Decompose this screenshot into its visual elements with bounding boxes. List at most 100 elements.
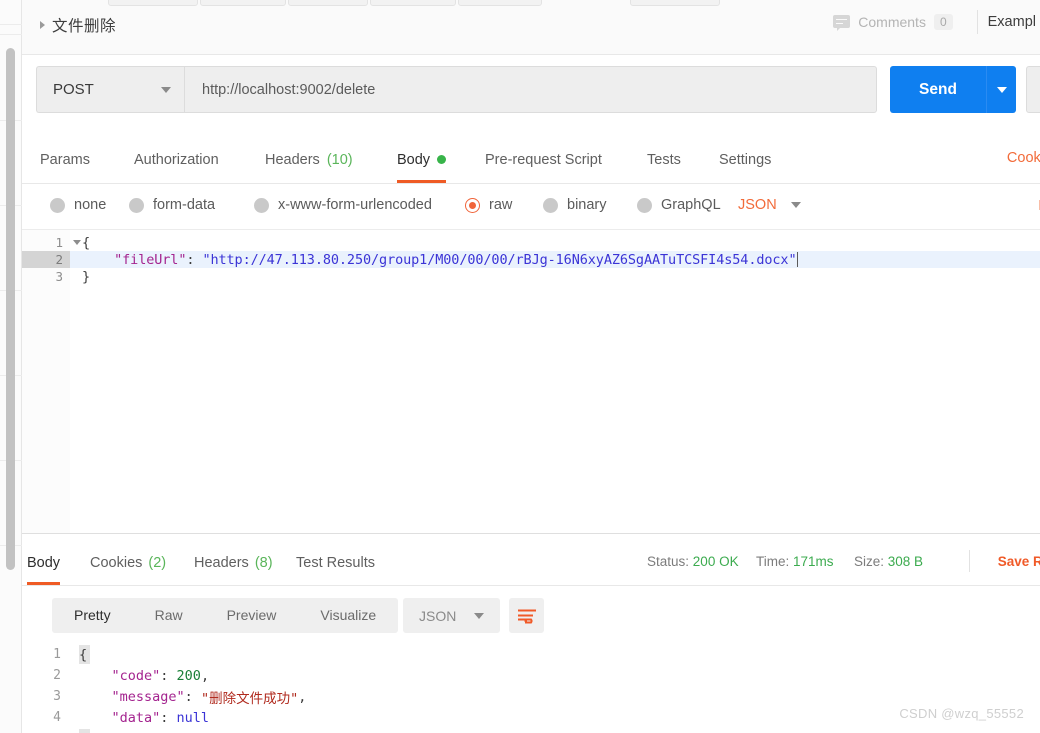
tab-params[interactable]: Params bbox=[40, 136, 90, 183]
tab-label: Test Results bbox=[296, 554, 375, 571]
request-title-text: 文件删除 bbox=[52, 18, 117, 35]
tab-stub[interactable] bbox=[108, 0, 198, 6]
mode-preview[interactable]: Preview bbox=[205, 598, 299, 633]
code-token: { bbox=[82, 234, 91, 251]
response-tab-test-results[interactable]: Test Results bbox=[296, 540, 375, 585]
tab-settings[interactable]: Settings bbox=[719, 136, 771, 183]
tab-label: Params bbox=[40, 151, 90, 168]
cookies-link[interactable]: Cooki bbox=[1007, 150, 1040, 166]
radio-label: raw bbox=[489, 197, 513, 213]
response-tabs: Body Cookies (2) Headers (8) Test Result… bbox=[22, 534, 1040, 586]
chevron-down-icon bbox=[161, 86, 171, 93]
radio-icon[interactable] bbox=[254, 197, 269, 213]
response-body-viewer[interactable]: 1 2 3 4 { "code" : 200 , "message" : "删除… bbox=[22, 644, 1040, 733]
meta-divider bbox=[969, 550, 970, 572]
body-type-form-data[interactable]: form-data bbox=[129, 197, 215, 213]
code-token: "删除文件成功" bbox=[200, 690, 299, 707]
request-tabs: Params Authorization Headers (10) Body P… bbox=[22, 136, 1040, 184]
sidebar-scrollbar-thumb[interactable] bbox=[6, 48, 15, 570]
save-response-button[interactable]: Save Resp bbox=[998, 554, 1040, 569]
send-options-button[interactable] bbox=[986, 66, 1016, 113]
url-value: http://localhost:9002/delete bbox=[202, 81, 376, 98]
tab-badge: (8) bbox=[254, 554, 273, 571]
tab-headers[interactable]: Headers (10) bbox=[265, 136, 353, 183]
tab-stub[interactable] bbox=[200, 0, 286, 6]
tab-body[interactable]: Body bbox=[397, 136, 447, 183]
request-title[interactable]: 文件删除 bbox=[40, 14, 116, 36]
comments-count-badge: 0 bbox=[933, 14, 953, 30]
examples-button[interactable]: Exampl bbox=[988, 14, 1040, 30]
http-method-select[interactable]: POST bbox=[36, 66, 184, 113]
size-meta: Size: 308 B bbox=[854, 554, 923, 569]
code-token: { bbox=[79, 646, 88, 663]
code-token: null bbox=[176, 709, 210, 726]
body-type-binary[interactable]: binary bbox=[543, 197, 607, 213]
body-type-raw[interactable]: raw bbox=[465, 197, 512, 213]
tab-tests[interactable]: Tests bbox=[647, 136, 681, 183]
comment-bubble-icon bbox=[833, 14, 851, 31]
tab-authorization[interactable]: Authorization bbox=[134, 136, 219, 183]
comments-label: Comments bbox=[858, 14, 926, 30]
code-token: "message" bbox=[79, 688, 185, 705]
time-value: 171ms bbox=[793, 554, 834, 569]
tab-label: Settings bbox=[719, 151, 772, 168]
response-format-select[interactable]: JSON bbox=[403, 598, 501, 633]
tab-stub[interactable] bbox=[458, 0, 542, 6]
body-type-urlencoded[interactable]: x-www-form-urlencoded bbox=[254, 197, 432, 213]
comments-button[interactable]: Comments 0 bbox=[819, 10, 966, 34]
code-token: 200 bbox=[176, 667, 201, 684]
send-button-label: Send bbox=[919, 80, 957, 98]
mode-visualize[interactable]: Visualize bbox=[298, 598, 398, 633]
line-number: 3 bbox=[53, 689, 61, 704]
tab-stub[interactable] bbox=[630, 0, 720, 6]
fold-arrow-icon[interactable] bbox=[73, 240, 81, 245]
active-tab-underline bbox=[27, 582, 61, 585]
tab-strip bbox=[22, 0, 1040, 6]
send-button[interactable]: Send bbox=[890, 66, 986, 113]
code-line: "message" : "删除文件成功" , bbox=[79, 686, 307, 707]
watermark: CSDN @wzq_55552 bbox=[899, 706, 1024, 721]
url-input[interactable]: http://localhost:9002/delete bbox=[184, 66, 877, 113]
code-line: { bbox=[79, 644, 87, 665]
sidebar-scrollbar[interactable] bbox=[6, 48, 16, 573]
body-type-none[interactable]: none bbox=[50, 197, 106, 213]
code-line: { bbox=[82, 234, 90, 251]
tab-stub[interactable] bbox=[288, 0, 368, 6]
line-number-text: 1 bbox=[55, 235, 63, 250]
mode-raw[interactable]: Raw bbox=[133, 598, 205, 633]
raw-format-select[interactable]: JSON bbox=[738, 197, 801, 213]
http-method-value: POST bbox=[53, 81, 94, 98]
tab-pre-request-script[interactable]: Pre-request Script bbox=[485, 136, 602, 183]
mode-pretty[interactable]: Pretty bbox=[52, 598, 133, 633]
code-token: "fileUrl" bbox=[82, 251, 187, 268]
active-tab-underline bbox=[397, 180, 447, 183]
radio-icon[interactable] bbox=[543, 197, 558, 213]
response-tab-headers[interactable]: Headers (8) bbox=[194, 540, 273, 585]
line-number-text: 3 bbox=[55, 269, 63, 284]
time-label: Time: bbox=[756, 554, 790, 569]
response-tab-body[interactable]: Body bbox=[27, 540, 61, 585]
radio-icon[interactable] bbox=[50, 197, 65, 213]
code-token: } bbox=[82, 268, 91, 285]
chevron-down-icon bbox=[790, 202, 801, 208]
radio-selected-icon[interactable] bbox=[465, 197, 480, 213]
save-button[interactable]: Sav bbox=[1026, 66, 1040, 113]
code-token: : bbox=[186, 251, 203, 268]
radio-label: x-www-form-urlencoded bbox=[278, 197, 432, 213]
tab-stub[interactable] bbox=[370, 0, 456, 6]
code-token: : bbox=[160, 667, 177, 684]
tab-label: Pre-request Script bbox=[485, 151, 602, 168]
line-number-text: 2 bbox=[55, 252, 63, 267]
disclosure-triangle-icon[interactable] bbox=[40, 21, 45, 29]
request-body-editor[interactable]: 1 2 3 { "fileUrl" : "http://47.113.80.25… bbox=[22, 230, 1040, 533]
request-header: 文件删除 Comments 0 Exampl bbox=[22, 0, 1040, 55]
wrap-lines-button[interactable] bbox=[509, 598, 544, 633]
tab-label: Tests bbox=[647, 151, 681, 168]
radio-icon[interactable] bbox=[637, 197, 652, 213]
radio-icon[interactable] bbox=[129, 197, 144, 213]
radio-label: none bbox=[74, 197, 107, 213]
body-type-graphql[interactable]: GraphQL bbox=[637, 197, 721, 213]
response-tab-cookies[interactable]: Cookies (2) bbox=[90, 540, 166, 585]
radio-label: binary bbox=[567, 197, 607, 213]
code-line: "data" : null bbox=[79, 707, 210, 728]
